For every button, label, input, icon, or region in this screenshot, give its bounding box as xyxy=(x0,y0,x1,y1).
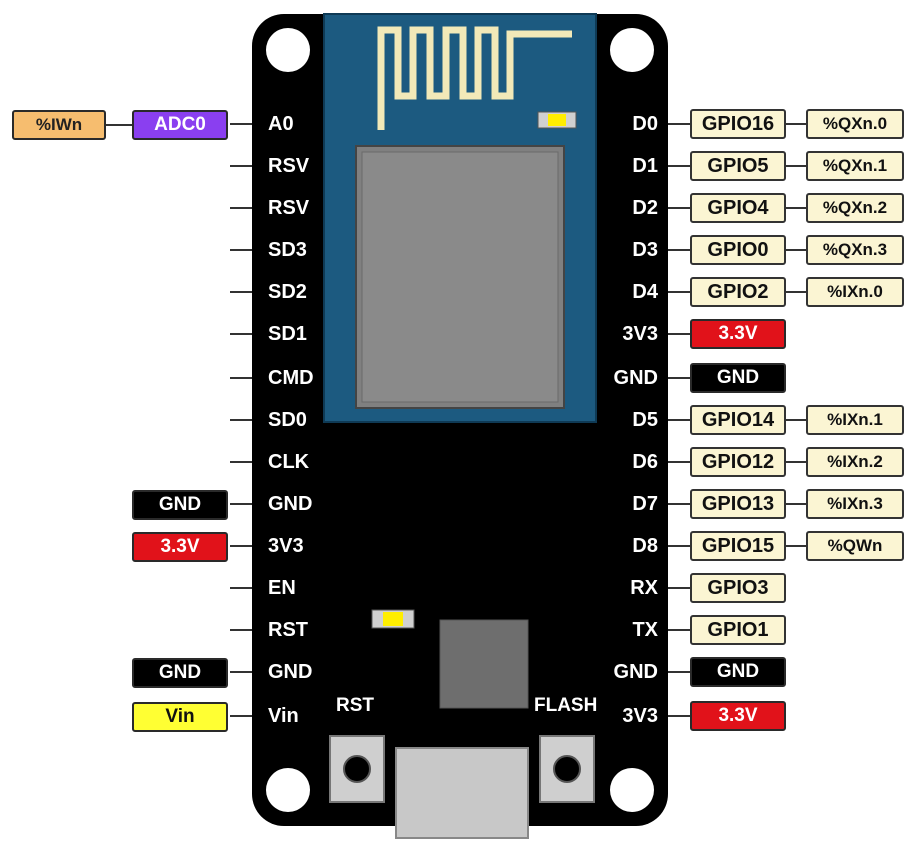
right-function-tag: GPIO14 xyxy=(690,405,786,435)
right-function-tag: GPIO5 xyxy=(690,151,786,181)
right-pin-label-d0: D0 xyxy=(632,113,658,135)
right-pin-label-gnd: GND xyxy=(613,367,658,389)
micro-usb-connector xyxy=(395,747,529,839)
left-gnd-tag-2: GND xyxy=(132,658,228,688)
right-function-tag: GPIO3 xyxy=(690,573,786,603)
left-pin-stubs xyxy=(230,123,252,717)
connector-line xyxy=(786,207,808,209)
right-function-tag: GPIO12 xyxy=(690,447,786,477)
flash-button-label: FLASH xyxy=(534,695,598,716)
flash-push-button[interactable] xyxy=(539,735,595,803)
left-pin-label-cmd: CMD xyxy=(268,367,314,389)
left-pin-label-rsv: RSV xyxy=(268,197,310,219)
left-pin-label-clk: CLK xyxy=(268,451,310,473)
right-pin-label-rx: RX xyxy=(630,577,658,599)
right-pin-label-gnd: GND xyxy=(613,661,658,683)
left-pin-label-vin: Vin xyxy=(268,705,299,727)
left-pin-label-rsv: RSV xyxy=(268,155,310,177)
mounting-hole-top-right xyxy=(610,28,654,72)
left-pin-label-sd1: SD1 xyxy=(268,323,307,345)
plc-address-tag: %QXn.0 xyxy=(806,109,904,139)
mounting-hole-bottom-right xyxy=(610,768,654,812)
right-function-tag: GND xyxy=(690,657,786,687)
vin-tag: Vin xyxy=(132,702,228,732)
right-pin-label-d8: D8 xyxy=(632,535,658,557)
connector-line xyxy=(786,123,808,125)
left-pin-label-sd0: SD0 xyxy=(268,409,307,431)
right-function-tag: GPIO0 xyxy=(690,235,786,265)
right-pin-label-d1: D1 xyxy=(632,155,658,177)
plc-address-tag: %IXn.3 xyxy=(806,489,904,519)
right-function-tag: GPIO13 xyxy=(690,489,786,519)
left-pin-label-gnd: GND xyxy=(268,661,313,683)
right-pin-label-d4: D4 xyxy=(632,281,658,303)
connector-line xyxy=(786,291,808,293)
right-function-tag: GPIO15 xyxy=(690,531,786,561)
analog-plc-address-tag: %IWn xyxy=(12,110,106,140)
shield-can-inner xyxy=(361,151,559,403)
connector-line xyxy=(786,419,808,421)
plc-address-tag: %QWn xyxy=(806,531,904,561)
right-pin-stubs xyxy=(668,123,690,717)
right-function-tag: 3.3V xyxy=(690,701,786,731)
left-pin-label-en: EN xyxy=(268,577,296,599)
mounting-hole-top-left xyxy=(266,28,310,72)
rst-button-label: RST xyxy=(336,695,374,716)
right-pin-label-d2: D2 xyxy=(632,197,658,219)
plc-address-tag: %IXn.1 xyxy=(806,405,904,435)
right-function-tag: GPIO1 xyxy=(690,615,786,645)
right-function-tag: GPIO16 xyxy=(690,109,786,139)
right-pin-label-d3: D3 xyxy=(632,239,658,261)
right-pin-label-3v3: 3V3 xyxy=(622,323,658,345)
left-pin-label-sd3: SD3 xyxy=(268,239,307,261)
right-pin-label-d7: D7 xyxy=(632,493,658,515)
right-function-tag: GPIO2 xyxy=(690,277,786,307)
left-pin-label-a0: A0 xyxy=(268,113,294,135)
right-pin-label-d6: D6 xyxy=(632,451,658,473)
right-pin-label-tx: TX xyxy=(632,619,658,641)
connector-line xyxy=(104,124,134,126)
left-pin-label-3v3: 3V3 xyxy=(268,535,304,557)
connector-line xyxy=(786,165,808,167)
connector-line xyxy=(786,249,808,251)
plc-address-tag: %QXn.2 xyxy=(806,193,904,223)
left-pin-label-sd2: SD2 xyxy=(268,281,307,303)
mounting-hole-bottom-left xyxy=(266,768,310,812)
rst-push-button[interactable] xyxy=(329,735,385,803)
left-pin-label-rst: RST xyxy=(268,619,308,641)
right-function-tag: GND xyxy=(690,363,786,393)
board-led-light xyxy=(383,612,403,626)
connector-line xyxy=(786,461,808,463)
adc0-tag: ADC0 xyxy=(132,110,228,140)
right-pin-label-3v3: 3V3 xyxy=(622,705,658,727)
usb-uart-chip xyxy=(439,619,529,709)
right-pin-label-d5: D5 xyxy=(632,409,658,431)
plc-address-tag: %IXn.0 xyxy=(806,277,904,307)
left-pin-label-gnd: GND xyxy=(268,493,313,515)
module-led-light xyxy=(548,114,566,126)
connector-line xyxy=(786,545,808,547)
left-3v3-tag: 3.3V xyxy=(132,532,228,562)
left-gnd-tag-1: GND xyxy=(132,490,228,520)
right-function-tag: 3.3V xyxy=(690,319,786,349)
right-function-tag: GPIO4 xyxy=(690,193,786,223)
plc-address-tag: %QXn.3 xyxy=(806,235,904,265)
plc-address-tag: %IXn.2 xyxy=(806,447,904,477)
plc-address-tag: %QXn.1 xyxy=(806,151,904,181)
connector-line xyxy=(786,503,808,505)
